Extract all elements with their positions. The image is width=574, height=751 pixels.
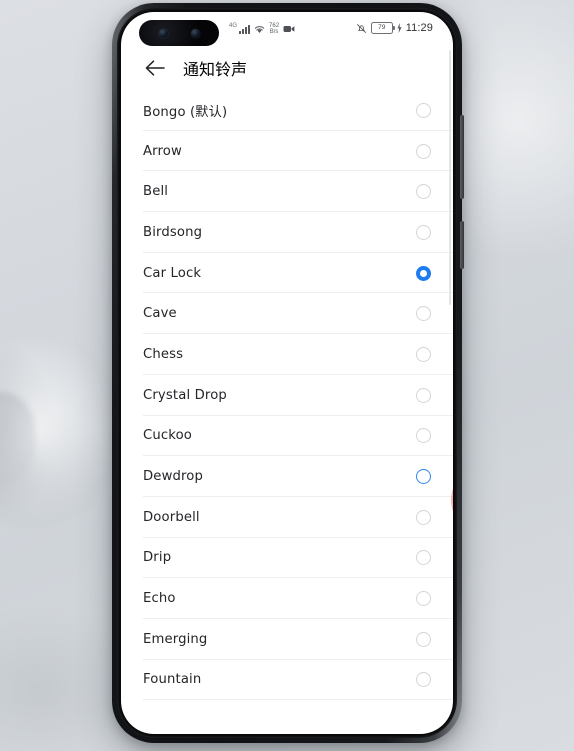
network-type-label: 4G <box>229 23 238 29</box>
ringtone-row[interactable]: Bell <box>143 171 453 212</box>
ringtone-radio-button[interactable] <box>416 143 431 159</box>
battery-icon: 79 <box>370 22 395 34</box>
phone-device: 4G 762 B/s 79 11:29 通知铃声 Bongo (默认) Arro… <box>112 3 464 743</box>
ringtone-radio-button[interactable] <box>416 387 431 403</box>
ringtone-label: Dewdrop <box>143 469 204 485</box>
phone-screen: 4G 762 B/s 79 11:29 通知铃声 Bongo (默认) Arro… <box>121 12 453 734</box>
ringtone-row[interactable]: Drip <box>143 538 453 579</box>
ringtone-radio-button[interactable] <box>416 306 431 322</box>
status-bar-right-icons: 79 11:29 <box>356 22 433 34</box>
ringtone-row[interactable]: Doorbell <box>143 497 453 538</box>
ringtone-radio-button[interactable] <box>416 265 431 281</box>
ringtone-row[interactable]: Arrow <box>143 131 453 172</box>
charging-bolt-icon <box>397 23 402 33</box>
ringtone-label: Doorbell <box>143 509 200 525</box>
ringtone-label: Echo <box>143 591 176 607</box>
bell-muted-icon <box>356 23 366 33</box>
ringtone-radio-button[interactable] <box>416 672 431 688</box>
back-arrow-icon <box>145 60 165 76</box>
camera-lens-icon <box>190 28 200 38</box>
dual-punch-hole-camera <box>139 20 219 46</box>
ringtone-row[interactable]: Emerging <box>143 619 453 660</box>
ringtone-row[interactable]: Cuckoo <box>143 416 453 457</box>
ringtone-row[interactable]: Birdsong <box>143 212 453 253</box>
ringtone-radio-button[interactable] <box>416 550 431 566</box>
ringtone-row[interactable]: Cave <box>143 293 453 334</box>
list-scrollbar[interactable] <box>448 50 451 305</box>
volume-rocker-button[interactable] <box>460 115 464 199</box>
signal-bars-icon <box>239 24 251 34</box>
ringtone-label: Cuckoo <box>143 428 193 444</box>
ringtone-row[interactable]: Crystal Drop <box>143 375 453 416</box>
ringtone-label: Birdsong <box>143 224 203 240</box>
camera-lens-icon <box>158 28 168 38</box>
ringtone-radio-button[interactable] <box>416 184 431 200</box>
ringtone-radio-button[interactable] <box>416 428 431 444</box>
page-title: 通知铃声 <box>183 62 248 79</box>
ringtone-label: Fountain <box>143 672 202 688</box>
ringtone-radio-button[interactable] <box>416 224 431 240</box>
power-button[interactable] <box>460 221 464 269</box>
ringtone-label: Arrow <box>143 143 182 159</box>
ringtone-radio-button[interactable] <box>416 102 431 118</box>
status-bar: 4G 762 B/s 79 11:29 <box>121 12 453 52</box>
ringtone-list[interactable]: Bongo (默认) Arrow Bell Birdsong Car Lock Cave C… <box>121 90 453 701</box>
ringtone-label: Chess <box>143 346 184 362</box>
ringtone-row[interactable]: Car Lock <box>143 253 453 294</box>
app-bar: 通知铃声 <box>121 52 453 90</box>
ringtone-radio-button[interactable] <box>416 591 431 607</box>
ringtone-row[interactable]: Bongo (默认) <box>143 90 453 131</box>
wifi-icon <box>254 25 265 33</box>
background-object-shadow <box>0 392 36 488</box>
ringtone-label: Bongo (默认) <box>143 104 228 120</box>
ringtone-label: Bell <box>143 184 169 200</box>
clock-label: 11:29 <box>405 22 433 34</box>
battery-level-label: 79 <box>378 23 386 31</box>
ringtone-label: Crystal Drop <box>143 387 227 403</box>
ringtone-radio-button[interactable] <box>416 631 431 647</box>
ringtone-label: Drip <box>143 550 172 566</box>
ringtone-label: Car Lock <box>143 265 202 281</box>
ringtone-radio-button[interactable] <box>416 509 431 525</box>
ringtone-row[interactable]: Chess <box>143 334 453 375</box>
video-recorder-icon <box>283 26 295 33</box>
back-button[interactable] <box>143 56 167 80</box>
data-rate-indicator: 762 B/s <box>269 23 279 36</box>
ringtone-row[interactable]: Fountain <box>143 660 453 701</box>
ringtone-radio-button[interactable] <box>416 346 431 362</box>
data-rate-unit: B/s <box>269 29 279 36</box>
status-bar-left-icons: 4G 762 B/s <box>229 23 295 36</box>
ringtone-label: Emerging <box>143 631 208 647</box>
ringtone-row[interactable]: Dewdrop <box>143 456 453 497</box>
ringtone-label: Cave <box>143 306 177 322</box>
ringtone-row[interactable]: Echo <box>143 578 453 619</box>
ringtone-radio-button[interactable] <box>416 469 431 485</box>
